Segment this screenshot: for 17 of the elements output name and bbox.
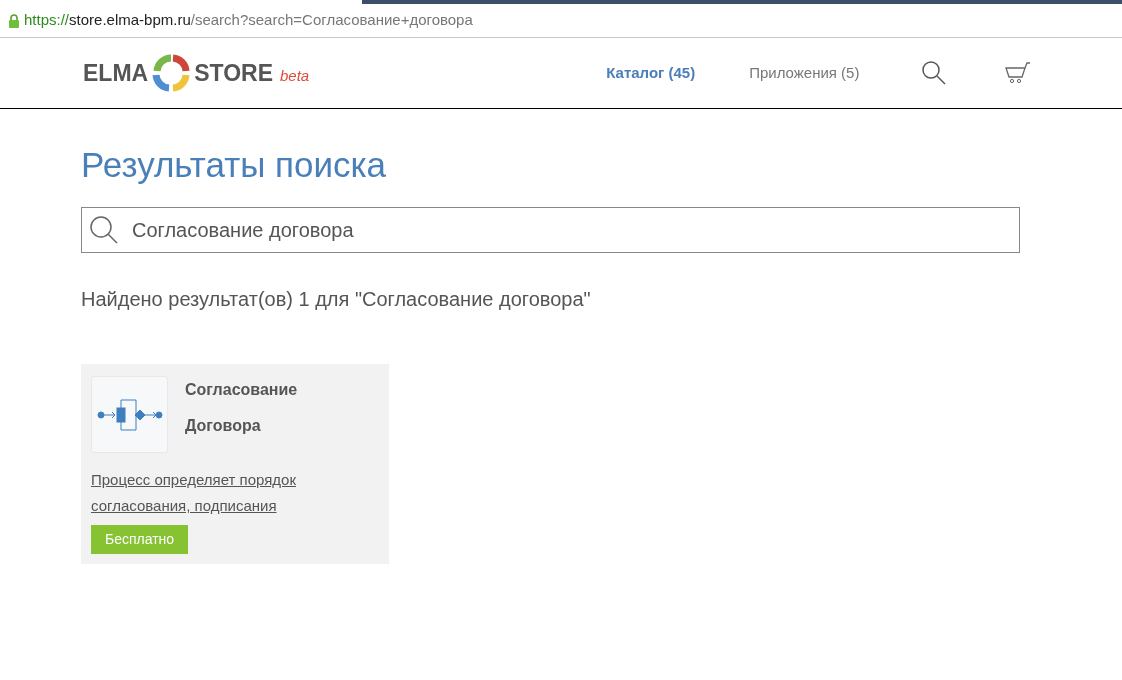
search-field[interactable]: Согласование договора bbox=[81, 207, 1020, 253]
result-title[interactable]: Согласование Договора bbox=[185, 372, 315, 453]
circular-arrows-logo-icon bbox=[151, 53, 192, 93]
search-icon[interactable] bbox=[921, 60, 948, 86]
address-bar[interactable]: https://store.elma-bpm.ru/search?search=Согласование+договора bbox=[24, 9, 473, 32]
results-summary: Найдено результат(ов) 1 для "Согласование договора" bbox=[81, 287, 592, 312]
logo-text: STORE bbox=[194, 58, 273, 88]
logo-text: ELMA bbox=[83, 58, 149, 88]
nav-link[interactable]: Каталог (45) bbox=[606, 61, 696, 85]
result-description[interactable]: Процесс определяет порядок согласования, подписания bbox=[91, 467, 379, 519]
lock-icon bbox=[8, 13, 20, 28]
cart-icon[interactable] bbox=[1005, 62, 1032, 84]
nav-link[interactable]: Приложения (5) bbox=[749, 61, 860, 85]
process-diagram-icon[interactable] bbox=[91, 376, 168, 453]
search-icon bbox=[89, 215, 119, 245]
page-title: Результаты поиска bbox=[81, 144, 388, 186]
beta-label: beta bbox=[280, 65, 310, 86]
